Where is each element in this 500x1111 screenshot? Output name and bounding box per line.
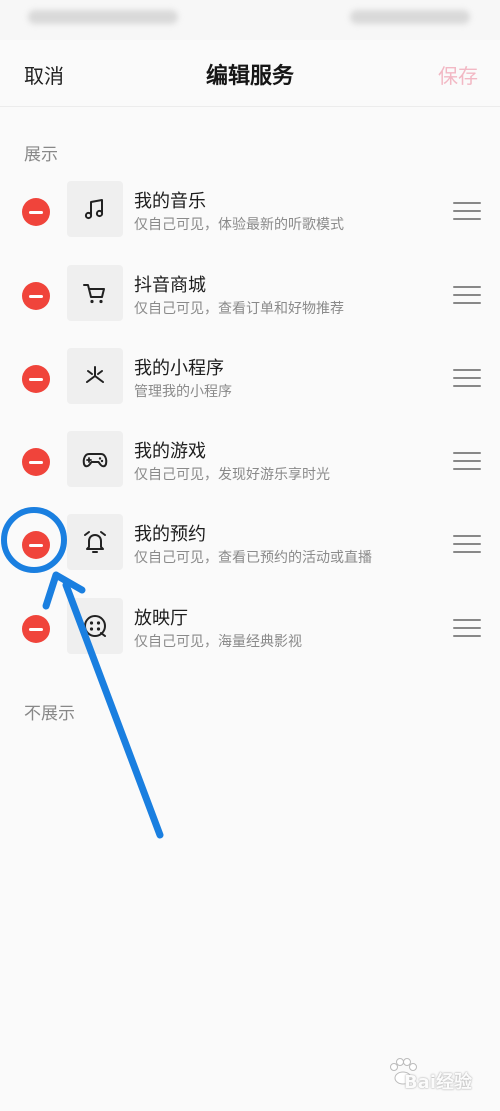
service-row-mini-program: 我的小程序 管理我的小程序 xyxy=(0,348,500,418)
remove-button[interactable] xyxy=(22,615,50,643)
service-title: 放映厅 xyxy=(134,608,188,629)
service-row-games: 我的游戏 仅自己可见，发现好游乐享时光 xyxy=(0,431,500,501)
service-row-reservations: 我的预约 仅自己可见，查看已预约的活动或直播 xyxy=(0,514,500,584)
service-subtitle: 仅自己可见，发现好游乐享时光 xyxy=(134,467,330,483)
shopping-cart-icon xyxy=(83,284,105,304)
section-label-hidden: 不展示 xyxy=(24,704,75,724)
service-title: 我的游戏 xyxy=(134,441,206,462)
service-subtitle: 仅自己可见，查看订单和好物推荐 xyxy=(134,301,344,317)
service-subtitle: 仅自己可见，海量经典影视 xyxy=(134,634,302,650)
service-icon-box xyxy=(67,598,123,654)
remove-button[interactable] xyxy=(22,198,50,226)
status-left-blurred xyxy=(28,10,178,24)
drag-handle-icon[interactable] xyxy=(453,369,481,387)
mini-program-icon xyxy=(86,366,104,383)
service-title: 我的音乐 xyxy=(134,191,206,212)
service-icon-box xyxy=(67,514,123,570)
service-title: 我的小程序 xyxy=(134,358,224,379)
service-row-music: 我的音乐 仅自己可见，体验最新的听歌模式 xyxy=(0,181,500,251)
service-icon-box xyxy=(67,348,123,404)
page-title: 编辑服务 xyxy=(205,64,294,89)
drag-handle-icon[interactable] xyxy=(453,535,481,553)
remove-button[interactable] xyxy=(22,531,50,559)
drag-handle-icon[interactable] xyxy=(453,286,481,304)
status-right-blurred xyxy=(350,10,470,24)
service-subtitle: 管理我的小程序 xyxy=(134,384,232,400)
service-icon-box xyxy=(67,181,123,237)
service-icon-box xyxy=(67,265,123,321)
service-row-theater: 放映厅 仅自己可见，海量经典影视 xyxy=(0,598,500,668)
film-reel-icon xyxy=(84,615,106,637)
service-subtitle: 仅自己可见，体验最新的听歌模式 xyxy=(134,217,344,233)
remove-button[interactable] xyxy=(22,282,50,310)
status-bar xyxy=(0,0,500,40)
service-title: 我的预约 xyxy=(134,524,206,545)
drag-handle-icon[interactable] xyxy=(453,452,481,470)
gamepad-icon xyxy=(82,453,108,468)
section-label-shown: 展示 xyxy=(24,145,58,165)
service-subtitle: 仅自己可见，查看已预约的活动或直播 xyxy=(134,550,372,566)
remove-button[interactable] xyxy=(22,448,50,476)
header-bar: 取消 编辑服务 保存 xyxy=(0,40,500,107)
service-icon-box xyxy=(67,431,123,487)
watermark-text: Bai经验 xyxy=(403,1072,472,1093)
remove-button[interactable] xyxy=(22,365,50,393)
service-title: 抖音商城 xyxy=(134,275,206,296)
music-note-icon xyxy=(84,199,104,220)
watermark: Bai经验 xyxy=(364,1058,472,1096)
alarm-bell-icon xyxy=(84,531,106,553)
save-button[interactable]: 保存 xyxy=(438,60,478,89)
service-row-shop: 抖音商城 仅自己可见，查看订单和好物推荐 xyxy=(0,265,500,335)
drag-handle-icon[interactable] xyxy=(453,619,481,637)
drag-handle-icon[interactable] xyxy=(453,202,481,220)
